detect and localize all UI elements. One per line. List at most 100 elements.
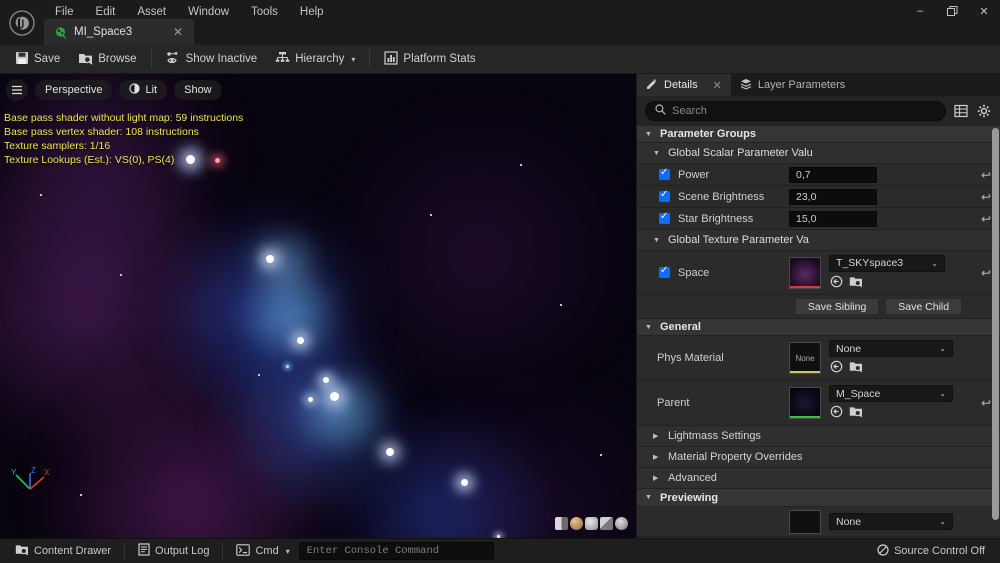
svg-text:Z: Z	[31, 466, 36, 475]
category-advanced[interactable]: ▶ Advanced	[637, 468, 1000, 489]
category-previewing[interactable]: ▼ Previewing	[637, 489, 1000, 507]
preview-custom-button[interactable]	[615, 517, 628, 530]
use-selected-asset-icon[interactable]	[830, 275, 843, 291]
asset-dropdown-previewing[interactable]: None ⌄	[829, 513, 953, 530]
use-selected-asset-icon[interactable]	[830, 360, 843, 376]
save-buttons-row: Save Sibling Save Child	[637, 295, 1000, 319]
tab-details[interactable]: Details ✕	[637, 74, 731, 96]
title-bar: File Edit Asset Window Tools Help MI_Spa…	[0, 0, 1000, 45]
property-row-phys-material[interactable]: Phys Material None None ⌄	[637, 336, 1000, 381]
minimize-button[interactable]: –	[904, 0, 936, 22]
details-scrollbar[interactable]	[992, 128, 999, 520]
param-checkbox-power[interactable]	[659, 167, 670, 180]
param-row-power[interactable]: Power 0,7 ↩	[637, 164, 1000, 186]
content-drawer-button[interactable]: Content Drawer	[6, 542, 120, 561]
param-input-star-brightness[interactable]: 15,0	[789, 210, 877, 227]
viewport-camera-mode-button[interactable]: Perspective	[35, 80, 113, 100]
asset-dropdown-space[interactable]: T_SKYspace3 ⌄	[829, 254, 945, 272]
expand-triangle-icon: ▼	[645, 323, 652, 331]
category-global-scalar-label: Global Scalar Parameter Valu	[668, 147, 813, 159]
browse-to-asset-icon[interactable]	[849, 275, 863, 291]
property-label-cell: Phys Material	[637, 336, 785, 380]
details-tab-close-icon[interactable]: ✕	[713, 79, 722, 92]
close-button[interactable]: ✕	[968, 0, 1000, 22]
category-parameter-groups[interactable]: ▼ Parameter Groups	[637, 126, 1000, 143]
browse-icon	[78, 51, 93, 68]
property-name-phys-material: Phys Material	[657, 352, 724, 364]
category-general-label: General	[660, 321, 701, 333]
texture-thumbnail-space[interactable]	[789, 256, 821, 289]
svg-text:Y: Y	[11, 468, 17, 477]
property-row-previewing-asset[interactable]: None ⌄	[637, 507, 1000, 537]
param-row-scene-brightness[interactable]: Scene Brightness 23,0 ↩	[637, 186, 1000, 208]
preview-cylinder-button[interactable]	[585, 517, 598, 530]
material-preview-viewport[interactable]: Perspective Lit Show Base pass shader wi…	[0, 74, 636, 538]
asset-picker-space: T_SKYspace3 ⌄	[829, 254, 945, 291]
unreal-material-editor-window: File Edit Asset Window Tools Help MI_Spa…	[0, 0, 1000, 563]
preview-cube-button[interactable]	[600, 517, 613, 530]
asset-picker-phys-material: None ⌄	[829, 340, 953, 376]
hierarchy-button[interactable]: Hierarchy ▾	[266, 48, 364, 71]
hamburger-menu-icon[interactable]	[6, 79, 28, 101]
preview-plane-button[interactable]	[555, 517, 568, 530]
category-lightmass-settings[interactable]: ▶ Lightmass Settings	[637, 426, 1000, 447]
save-sibling-button[interactable]: Save Sibling	[794, 298, 880, 315]
asset-dropdown-parent[interactable]: M_Space ⌄	[829, 385, 953, 402]
asset-dropdown-phys-material[interactable]: None ⌄	[829, 340, 953, 357]
maximize-button[interactable]	[936, 0, 968, 22]
param-checkbox-scene-brightness[interactable]	[659, 189, 670, 202]
property-list[interactable]: ▼ Parameter Groups ▼ Global Scalar Param…	[637, 126, 1000, 538]
platform-stats-button[interactable]: Platform Stats	[375, 48, 484, 71]
preview-sphere-button[interactable]	[570, 517, 583, 530]
gear-icon[interactable]	[976, 103, 992, 119]
show-inactive-button[interactable]: Show Inactive	[157, 48, 267, 71]
lit-mode-icon	[129, 83, 141, 97]
asset-thumbnail-phys-material[interactable]: None	[789, 342, 821, 374]
collapse-triangle-icon: ▶	[653, 475, 659, 482]
main-area: Perspective Lit Show Base pass shader wi…	[0, 74, 1000, 538]
save-child-button[interactable]: Save Child	[885, 298, 963, 315]
unreal-engine-logo[interactable]	[0, 0, 44, 45]
use-selected-asset-icon[interactable]	[830, 405, 843, 421]
param-name-star-brightness: Star Brightness	[678, 212, 754, 225]
output-log-button[interactable]: Output Log	[129, 542, 218, 561]
browse-button[interactable]: Browse	[69, 48, 145, 71]
save-button[interactable]: Save	[6, 48, 69, 71]
param-input-scene-brightness[interactable]: 23,0	[789, 188, 877, 205]
asset-thumbnail-parent[interactable]	[789, 387, 821, 419]
browse-to-asset-icon[interactable]	[849, 360, 863, 376]
param-input-power[interactable]: 0,7	[789, 166, 877, 183]
preview-shape-buttons	[555, 517, 628, 530]
expand-triangle-icon: ▼	[653, 236, 660, 244]
asset-action-buttons	[829, 360, 953, 376]
document-tab-mi-space3[interactable]: MI_Space3 ✕	[44, 19, 194, 45]
category-general[interactable]: ▼ General	[637, 319, 1000, 336]
param-row-star-brightness[interactable]: Star Brightness 15,0 ↩	[637, 208, 1000, 230]
thumbnail-type-underline	[790, 371, 820, 373]
property-row-parent[interactable]: Parent M_Space ⌄ ↩	[637, 381, 1000, 426]
param-checkbox-space[interactable]	[659, 265, 670, 278]
asset-toolbar: Save Browse Show Inactive Hierarchy ▾ Pl…	[0, 45, 1000, 74]
chevron-down-icon: ▾	[351, 54, 356, 64]
search-field[interactable]	[645, 101, 946, 121]
tab-layer-parameters[interactable]: Layer Parameters	[731, 74, 854, 96]
browse-to-asset-icon[interactable]	[849, 405, 863, 421]
show-inactive-label: Show Inactive	[185, 53, 258, 65]
menu-item-help[interactable]: Help	[289, 3, 335, 21]
source-control-button[interactable]: Source Control Off	[868, 542, 994, 561]
table-view-icon[interactable]	[953, 103, 969, 119]
menu-item-tools[interactable]: Tools	[240, 3, 289, 21]
console-command-input[interactable]: Enter Console Command	[298, 542, 494, 560]
document-tab-close-icon[interactable]: ✕	[170, 25, 186, 39]
category-material-property-overrides[interactable]: ▶ Material Property Overrides	[637, 447, 1000, 468]
category-global-scalar-parameters[interactable]: ▼ Global Scalar Parameter Valu	[637, 143, 1000, 164]
viewport-view-mode-button[interactable]: Lit	[119, 80, 168, 100]
cmd-dropdown-button[interactable]: Cmd ▾	[227, 542, 298, 561]
search-input[interactable]	[672, 105, 936, 117]
asset-thumbnail-previewing[interactable]	[789, 509, 821, 534]
param-row-space[interactable]: Space T_SKYspace3 ⌄	[637, 251, 1000, 295]
category-global-texture-parameters[interactable]: ▼ Global Texture Parameter Va	[637, 230, 1000, 251]
param-checkbox-star-brightness[interactable]	[659, 211, 670, 224]
thumbnail-none-label: None	[795, 353, 815, 363]
viewport-show-menu-button[interactable]: Show	[174, 80, 222, 100]
